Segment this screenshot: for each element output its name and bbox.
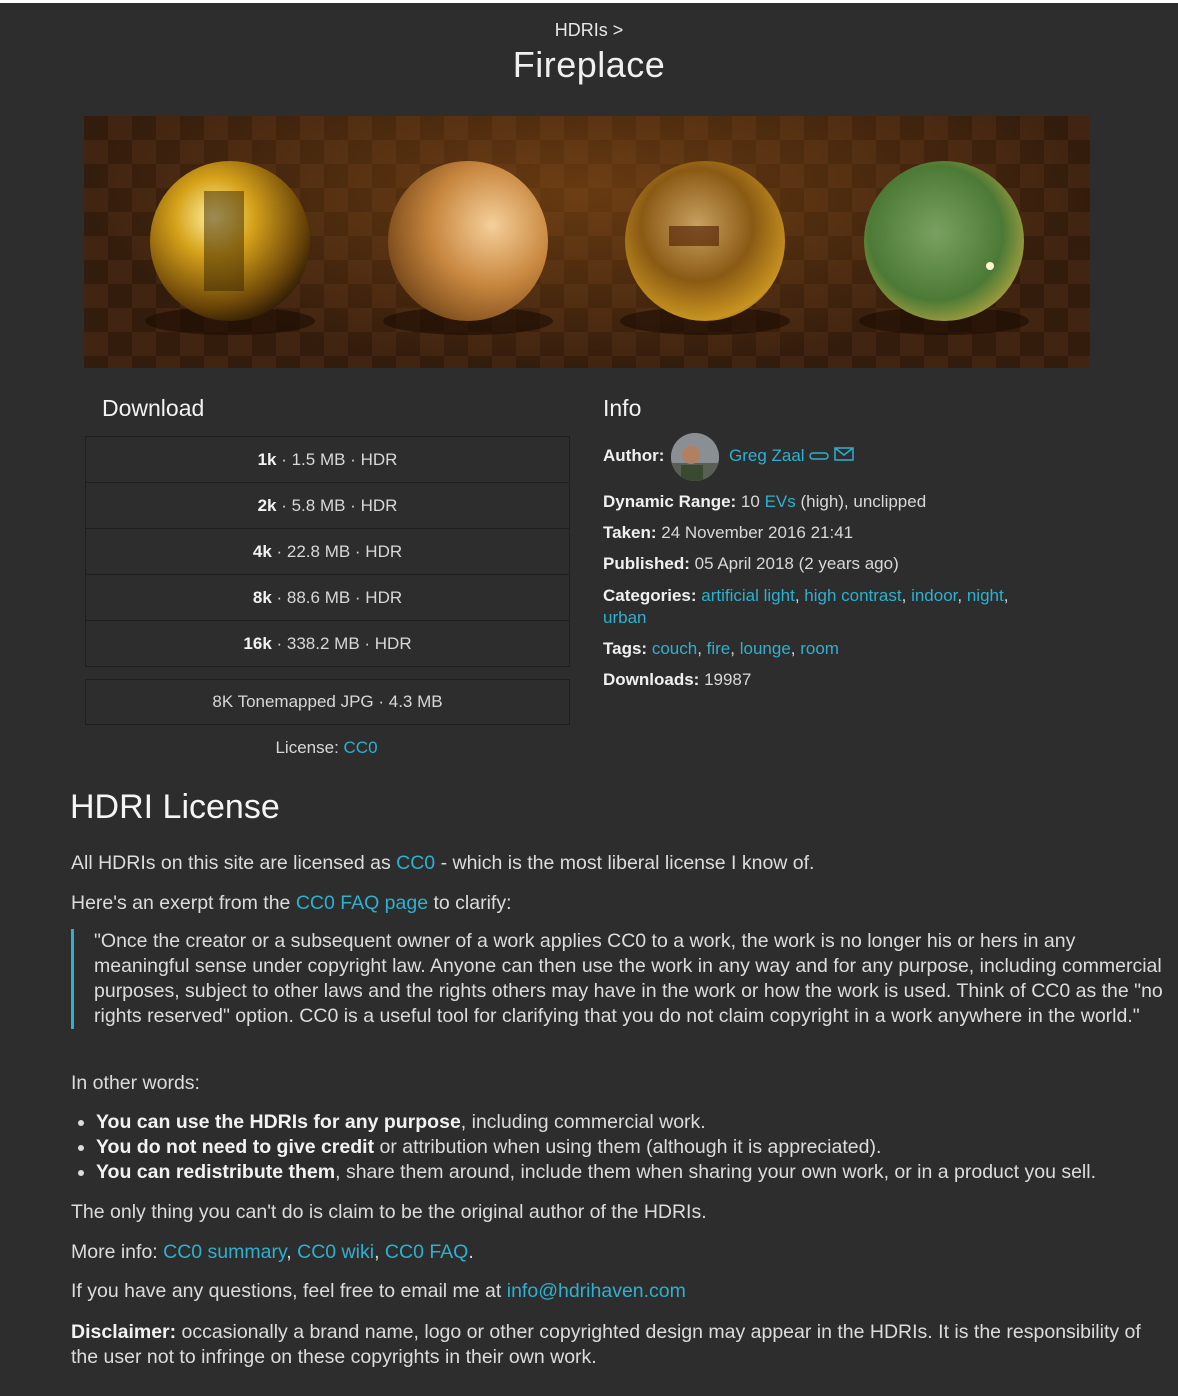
cc0-link[interactable]: CC0 xyxy=(396,852,435,874)
license-link[interactable]: CC0 xyxy=(344,738,378,757)
file-detail: · 338.2 MB · HDR xyxy=(271,634,412,653)
author-row: Greg Zaal xyxy=(729,446,854,467)
tag-link[interactable]: room xyxy=(800,639,839,658)
download-heading: Download xyxy=(102,395,205,421)
only-restriction: The only thing you can't do is claim to … xyxy=(71,1201,707,1223)
resolution: 2k xyxy=(257,496,277,515)
category-link[interactable]: artificial light xyxy=(701,586,795,605)
file-detail: · 1.5 MB · HDR xyxy=(276,450,398,469)
cc0-wiki-link[interactable]: CC0 wiki xyxy=(297,1241,374,1263)
download-8k[interactable]: 8k · 88.6 MB · HDR xyxy=(86,575,569,621)
downloads-count: Downloads: 19987 xyxy=(603,670,752,689)
contact-line: If you have any questions, feel free to … xyxy=(71,1280,686,1302)
info-heading: Info xyxy=(603,395,642,421)
categories: Categories: artificial light, high contr… xyxy=(603,586,1009,627)
author-link[interactable]: Greg Zaal xyxy=(729,446,805,465)
breadcrumb[interactable]: HDRIs > xyxy=(0,20,1178,41)
category-link[interactable]: night xyxy=(967,586,1004,605)
cc0-faq-link[interactable]: CC0 FAQ page xyxy=(296,892,428,914)
file-detail: · 22.8 MB · HDR xyxy=(271,542,403,561)
license-line: License: CC0 xyxy=(85,738,568,758)
download-options: 1k · 1.5 MB · HDR 2k · 5.8 MB · HDR 4k ·… xyxy=(85,436,570,667)
evs-link[interactable]: EVs xyxy=(765,492,796,511)
license-intro: All HDRIs on this site are licensed as C… xyxy=(71,852,815,874)
license-bullets: You can use the HDRIs for any purpose, i… xyxy=(71,1110,1178,1185)
download-1k[interactable]: 1k · 1.5 MB · HDR xyxy=(86,437,569,483)
resolution: 4k xyxy=(252,542,272,561)
email-link[interactable]: info@hdrihaven.com xyxy=(507,1280,686,1302)
list-item: You can redistribute them, share them ar… xyxy=(96,1160,1178,1185)
license-label: License: xyxy=(275,738,344,757)
tags: Tags: couch, fire, lounge, room xyxy=(603,639,839,658)
list-item: You do not need to give credit or attrib… xyxy=(96,1135,1178,1160)
email-icon[interactable] xyxy=(834,446,854,467)
download-4k[interactable]: 4k · 22.8 MB · HDR xyxy=(86,529,569,575)
dynamic-range: Dynamic Range: 10 EVs (high), unclipped xyxy=(603,492,927,511)
faq-intro: Here's an exerpt from the CC0 FAQ page t… xyxy=(71,892,512,914)
taken-date: Taken: 24 November 2016 21:41 xyxy=(603,523,854,542)
in-other-words: In other words: xyxy=(71,1072,200,1094)
hdri-preview-image xyxy=(84,116,1090,368)
link-icon[interactable] xyxy=(809,447,830,467)
resolution: 8k xyxy=(252,588,272,607)
category-link[interactable]: high contrast xyxy=(804,586,901,605)
resolution: 1k xyxy=(257,450,277,469)
download-tonemapped-jpg[interactable]: 8K Tonemapped JPG · 4.3 MB xyxy=(85,679,570,725)
author-label: Author: xyxy=(603,446,665,465)
download-16k[interactable]: 16k · 338.2 MB · HDR xyxy=(86,621,569,666)
more-info: More info: CC0 summary, CC0 wiki, CC0 FA… xyxy=(71,1241,474,1263)
page-title: Fireplace xyxy=(512,44,666,85)
tag-link[interactable]: lounge xyxy=(740,639,791,658)
resolution: 16k xyxy=(243,634,272,653)
file-detail: · 88.6 MB · HDR xyxy=(271,588,403,607)
category-link[interactable]: indoor xyxy=(911,586,957,605)
avatar[interactable] xyxy=(671,433,719,481)
file-detail: · 5.8 MB · HDR xyxy=(276,496,398,515)
license-heading: HDRI License xyxy=(70,788,280,826)
disclaimer: Disclaimer: occasionally a brand name, l… xyxy=(71,1321,1141,1368)
tag-link[interactable]: couch xyxy=(652,639,697,658)
category-link[interactable]: urban xyxy=(603,608,646,627)
tag-link[interactable]: fire xyxy=(707,639,731,658)
top-border xyxy=(0,0,1178,3)
cc0-faq-link-2[interactable]: CC0 FAQ xyxy=(385,1241,468,1263)
list-item: You can use the HDRIs for any purpose, i… xyxy=(96,1110,1178,1135)
cc0-summary-link[interactable]: CC0 summary xyxy=(163,1241,286,1263)
cc0-quote: "Once the creator or a subsequent owner … xyxy=(71,929,1171,1029)
download-2k[interactable]: 2k · 5.8 MB · HDR xyxy=(86,483,569,529)
published-date: Published: 05 April 2018 (2 years ago) xyxy=(603,554,899,573)
